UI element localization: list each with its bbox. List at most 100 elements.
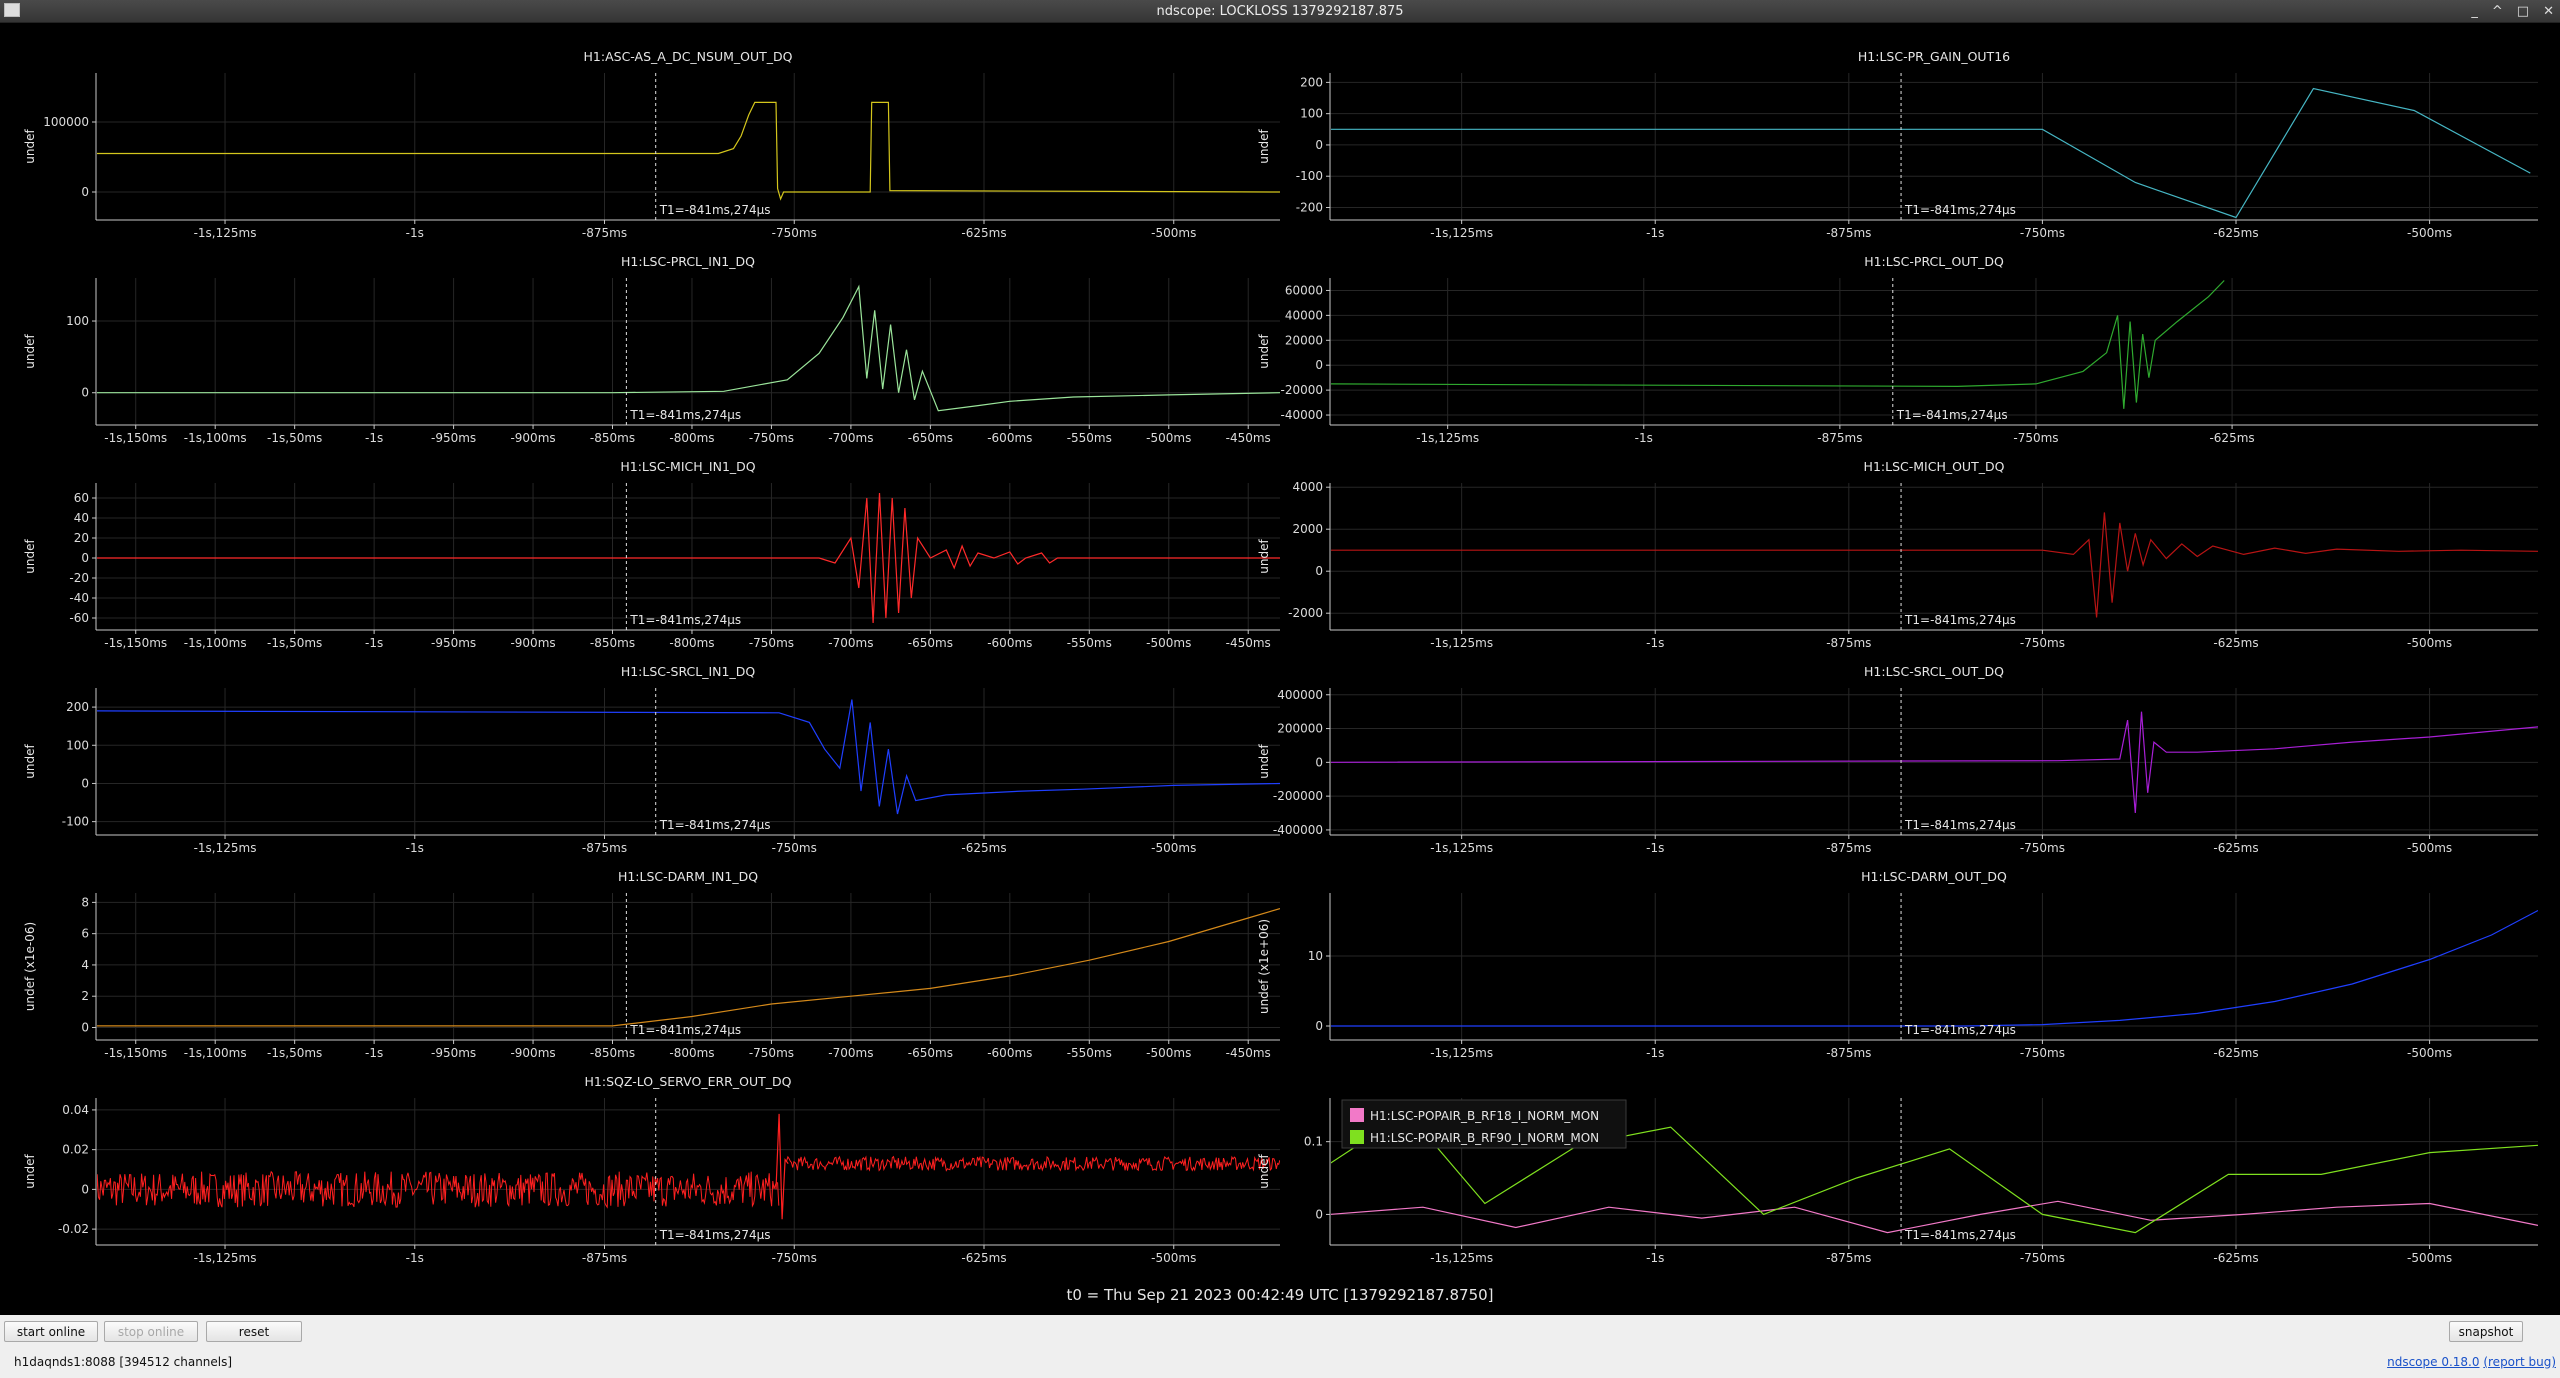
y-tick-label: -40000 bbox=[1280, 408, 1323, 422]
y-tick-label: -100 bbox=[62, 815, 89, 829]
y-axis-label: undef bbox=[23, 1154, 37, 1189]
legend-entry: H1:LSC-POPAIR_B_RF90_I_NORM_MON bbox=[1370, 1131, 1599, 1145]
reset-button[interactable]: reset bbox=[206, 1321, 302, 1342]
x-tick-label: -750ms bbox=[2020, 636, 2065, 650]
x-tick-label: -950ms bbox=[431, 431, 476, 445]
snapshot-button[interactable]: snapshot bbox=[2449, 1321, 2523, 1342]
x-tick-label: -1s,125ms bbox=[194, 226, 257, 240]
x-tick-label: -500ms bbox=[1146, 431, 1191, 445]
maximize-icon[interactable]: □ bbox=[2517, 4, 2529, 19]
plot-lsc-darm-out[interactable]: H1:LSC-DARM_OUT_DQundef (x1e+06) -1s,125m… bbox=[1257, 869, 2538, 1060]
x-tick-label: -700ms bbox=[828, 1046, 873, 1060]
x-tick-label: -450ms bbox=[1226, 636, 1271, 650]
cursor-label: T1=-841ms,274µs bbox=[629, 408, 741, 422]
x-tick-label: -750ms bbox=[772, 1251, 817, 1265]
minimize-icon[interactable]: _ bbox=[2471, 4, 2478, 19]
y-axis-label: undef bbox=[1257, 129, 1271, 164]
y-tick-label: 0 bbox=[1315, 1019, 1323, 1033]
data-area bbox=[97, 492, 1280, 624]
y-tick-label: -40 bbox=[69, 591, 89, 605]
plot-lsc-mich-out[interactable]: H1:LSC-MICH_OUT_DQundef -1s,125ms -1s -875m… bbox=[1257, 459, 2538, 650]
series-line bbox=[1331, 87, 2531, 219]
y-tick-label: -200000 bbox=[1273, 789, 1323, 803]
legend-entry: H1:LSC-POPAIR_B_RF18_I_NORM_MON bbox=[1370, 1109, 1599, 1123]
y-tick-label: 0 bbox=[81, 185, 89, 199]
x-tick-label: -500ms bbox=[1151, 841, 1196, 855]
expand-icon[interactable]: ^ bbox=[2492, 4, 2503, 19]
x-tick-label: -800ms bbox=[669, 1046, 714, 1060]
x-tick-label: -550ms bbox=[1067, 636, 1112, 650]
x-tick-label: -625ms bbox=[2213, 636, 2258, 650]
y-tick-label: 0 bbox=[1315, 755, 1323, 769]
close-icon[interactable]: ✕ bbox=[2543, 4, 2554, 19]
x-tick-label: -875ms bbox=[1826, 636, 1871, 650]
y-tick-label: 200 bbox=[66, 700, 89, 714]
plot-lsc-srcl-out[interactable]: H1:LSC-SRCL_OUT_DQundef -1s,125ms -1s -875m… bbox=[1257, 664, 2538, 855]
report-bug-link[interactable]: (report bug) bbox=[2483, 1355, 2556, 1369]
plot-lsc-mich-in1[interactable]: H1:LSC-MICH_IN1_DQundef -1s,150ms -1s,100m… bbox=[23, 459, 1280, 650]
y-axis-label: undef (x1e-06) bbox=[23, 922, 37, 1011]
plot-lsc-pr-gain[interactable]: H1:LSC-PR_GAIN_OUT16undef -1s,125ms -1s -87… bbox=[1257, 49, 2538, 240]
plot-asc-as-a-dc-nsum[interactable]: H1:ASC-AS_A_DC_NSUM_OUT_DQundef -1s,125ms… bbox=[23, 49, 1280, 240]
plot-title: H1:LSC-SRCL_IN1_DQ bbox=[621, 664, 756, 679]
plot-canvas[interactable]: t0 = Thu Sep 21 2023 00:42:49 UTC [13792… bbox=[0, 23, 2560, 1315]
plot-title: H1:LSC-PR_GAIN_OUT16 bbox=[1858, 49, 2010, 64]
x-tick-label: -900ms bbox=[510, 636, 555, 650]
y-tick-label: -20 bbox=[69, 571, 89, 585]
x-tick-label: -550ms bbox=[1067, 431, 1112, 445]
cursor-label: T1=-841ms,274µs bbox=[1896, 408, 2008, 422]
plot-lsc-srcl-in1[interactable]: H1:LSC-SRCL_IN1_DQundef -1s,125ms -1s -875m… bbox=[23, 664, 1280, 855]
cursor-label: T1=-841ms,274µs bbox=[659, 203, 771, 217]
plot-lsc-prcl-out[interactable]: H1:LSC-PRCL_OUT_DQundef -1s,125ms -1s -875m… bbox=[1257, 254, 2538, 445]
x-tick-label: -850ms bbox=[590, 636, 635, 650]
x-tick-label: -875ms bbox=[1817, 431, 1862, 445]
y-tick-label: 100000 bbox=[43, 115, 89, 129]
start-online-button[interactable]: start online bbox=[4, 1321, 98, 1342]
y-tick-label: 2 bbox=[81, 989, 89, 1003]
y-tick-label: -2000 bbox=[1288, 606, 1323, 620]
plot-grid[interactable]: t0 = Thu Sep 21 2023 00:42:49 UTC [13792… bbox=[0, 23, 2560, 1315]
x-tick-label: -500ms bbox=[2407, 636, 2452, 650]
y-axis-label: undef bbox=[23, 539, 37, 574]
data-area bbox=[97, 1113, 1280, 1220]
data-area bbox=[97, 699, 1280, 815]
y-axis-label: undef bbox=[1257, 539, 1271, 574]
data-area bbox=[1331, 87, 2531, 219]
x-tick-label: -1s bbox=[365, 431, 383, 445]
version-link[interactable]: ndscope 0.18.0 bbox=[2387, 1355, 2479, 1369]
y-tick-label: 0 bbox=[1315, 358, 1323, 372]
plot-lsc-popair[interactable]: undef -1s,125ms -1s -875ms -750ms -625ms -500m… bbox=[1257, 1098, 2538, 1265]
t0-label: t0 = Thu Sep 21 2023 00:42:49 UTC [13792… bbox=[1066, 1286, 1493, 1304]
plot-title: H1:LSC-DARM_IN1_DQ bbox=[618, 869, 758, 884]
x-tick-label: -1s bbox=[1646, 226, 1664, 240]
plot-title: H1:ASC-AS_A_DC_NSUM_OUT_DQ bbox=[584, 49, 793, 64]
x-tick-label: -750ms bbox=[749, 431, 794, 445]
x-tick-label: -500ms bbox=[2407, 1251, 2452, 1265]
x-tick-label: -1s,150ms bbox=[104, 636, 167, 650]
x-tick-label: -750ms bbox=[2020, 1046, 2065, 1060]
y-tick-label: 40 bbox=[74, 511, 89, 525]
x-tick-label: -600ms bbox=[987, 431, 1032, 445]
x-tick-label: -500ms bbox=[1146, 1046, 1191, 1060]
x-tick-label: -750ms bbox=[2020, 841, 2065, 855]
y-tick-label: 0 bbox=[81, 1020, 89, 1034]
stop-online-button[interactable]: stop online bbox=[104, 1321, 198, 1342]
x-tick-label: -950ms bbox=[431, 1046, 476, 1060]
series-line bbox=[1331, 512, 2538, 618]
plot-title: H1:LSC-PRCL_OUT_DQ bbox=[1864, 254, 2004, 269]
series-line bbox=[775, 1113, 789, 1220]
x-tick-label: -900ms bbox=[510, 431, 555, 445]
y-axis-label: undef bbox=[23, 334, 37, 369]
plot-lsc-darm-in1[interactable]: H1:LSC-DARM_IN1_DQundef (x1e-06) -1s,150m… bbox=[23, 869, 1280, 1060]
x-tick-label: -1s,125ms bbox=[1430, 1046, 1493, 1060]
y-tick-label: 0 bbox=[1315, 1207, 1323, 1221]
plot-sqz-lo-servo-err[interactable]: H1:SQZ-LO_SERVO_ERR_OUT_DQundef -1s,125ms… bbox=[23, 1074, 1280, 1265]
cursor-label: T1=-841ms,274µs bbox=[1904, 1228, 2016, 1242]
y-tick-label: 20 bbox=[74, 531, 89, 545]
x-tick-label: -750ms bbox=[2013, 431, 2058, 445]
plot-lsc-prcl-in1[interactable]: H1:LSC-PRCL_IN1_DQundef -1s,150ms -1s,100m… bbox=[23, 254, 1280, 445]
y-axis-label: undef bbox=[1257, 744, 1271, 779]
x-tick-label: -500ms bbox=[2407, 1046, 2452, 1060]
y-tick-label: -0.02 bbox=[58, 1222, 89, 1236]
cursor-label: T1=-841ms,274µs bbox=[629, 1023, 741, 1037]
